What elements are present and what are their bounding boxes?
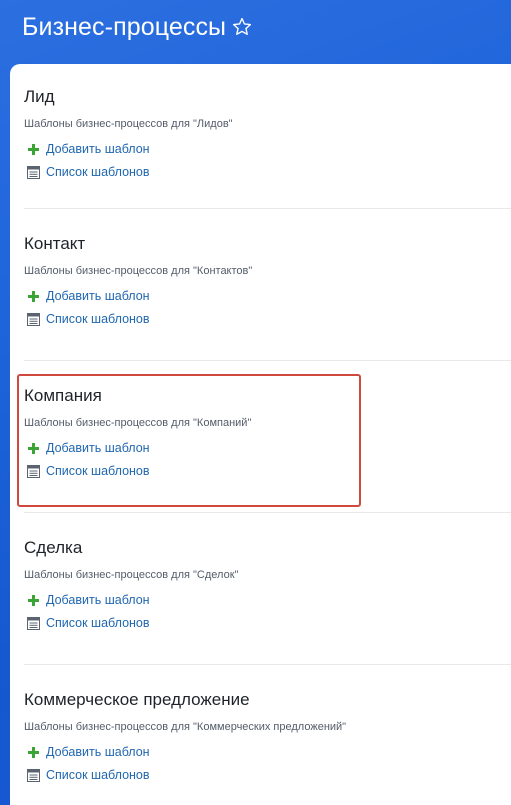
template-list-label: Список шаблонов (46, 768, 150, 782)
template-list-link[interactable]: Список шаблонов (27, 767, 150, 783)
divider (24, 664, 511, 665)
add-template-label: Добавить шаблон (46, 142, 150, 156)
section-description: Шаблоны бизнес-процессов для "Коммерческ… (24, 721, 347, 733)
section-description: Шаблоны бизнес-процессов для "Контактов" (24, 265, 253, 277)
section-description: Шаблоны бизнес-процессов для "Лидов" (24, 118, 233, 130)
list-icon (27, 616, 40, 630)
list-icon (27, 768, 40, 782)
divider (24, 512, 511, 513)
add-template-link[interactable]: Добавить шаблон (27, 288, 150, 304)
add-template-link[interactable]: Добавить шаблон (27, 141, 150, 157)
template-list-link[interactable]: Список шаблонов (27, 311, 150, 327)
list-icon (27, 312, 40, 326)
plus-icon (28, 290, 39, 302)
add-template-label: Добавить шаблон (46, 593, 150, 607)
plus-icon (28, 143, 39, 155)
template-list-label: Список шаблонов (46, 616, 150, 630)
section-description: Шаблоны бизнес-процессов для "Сделок" (24, 569, 239, 581)
template-list-label: Список шаблонов (46, 165, 150, 179)
template-list-label: Список шаблонов (46, 312, 150, 326)
add-template-label: Добавить шаблон (46, 289, 150, 303)
template-list-link[interactable]: Список шаблонов (27, 164, 150, 180)
plus-icon (28, 594, 39, 606)
page-header: Бизнес-процессы (0, 0, 511, 62)
section-title: Коммерческое предложение (24, 690, 250, 709)
section-title: Контакт (24, 234, 86, 253)
highlight-frame (17, 374, 361, 507)
template-list-link[interactable]: Список шаблонов (27, 615, 150, 631)
page-title: Бизнес-процессы (22, 13, 227, 41)
add-template-link[interactable]: Добавить шаблон (27, 592, 150, 608)
list-icon (27, 165, 40, 179)
section-title: Лид (24, 87, 55, 106)
star-icon[interactable] (231, 16, 253, 38)
divider (24, 360, 511, 361)
plus-icon (28, 746, 39, 758)
add-template-link[interactable]: Добавить шаблон (27, 744, 150, 760)
add-template-label: Добавить шаблон (46, 745, 150, 759)
section-title: Сделка (24, 538, 83, 557)
divider (24, 208, 511, 209)
